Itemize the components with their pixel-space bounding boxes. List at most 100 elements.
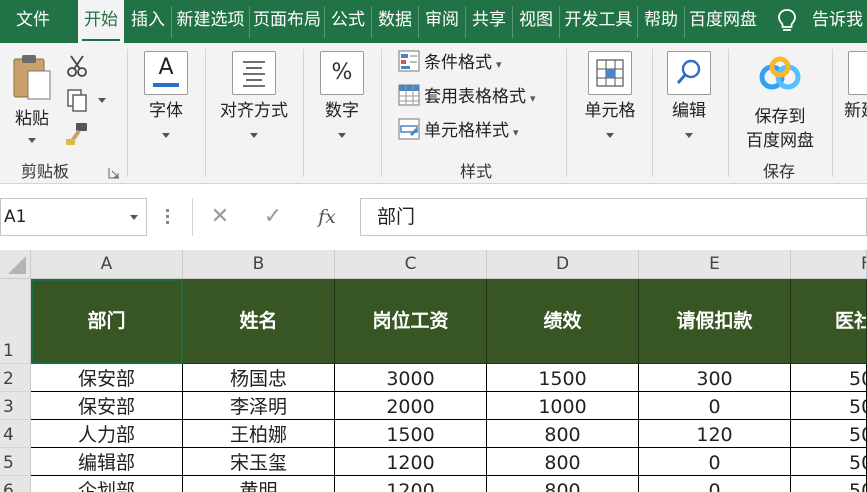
header-cell-name[interactable]: 姓名 [183,279,335,364]
editing-button[interactable]: 编辑 [658,49,720,149]
save-to-baidu-button[interactable]: 保存到 百度网盘 [736,49,824,153]
formula-bar: A1 ✕ ✓ fx 部门 [0,198,867,238]
column-header-a[interactable]: A [31,250,183,279]
table-cell[interactable]: 编辑部 [31,448,183,476]
header-cell-leave-deduction[interactable]: 请假扣款 [639,279,791,364]
tab-view[interactable]: 视图 [514,0,558,43]
tab-data[interactable]: 数据 [373,0,417,43]
insert-function-icon[interactable]: fx [310,198,344,236]
table-cell[interactable]: 李泽明 [183,392,335,420]
header-cell-base-salary[interactable]: 岗位工资 [335,279,487,364]
row-header-1[interactable]: 1 [0,279,31,364]
search-icon [667,51,711,95]
formula-input[interactable]: 部门 [360,198,867,236]
tab-share[interactable]: 共享 [467,0,511,43]
table-cell[interactable]: 1200 [335,476,487,492]
new-button[interactable]: 新建 [840,49,867,149]
format-painter-icon[interactable] [64,121,92,147]
cells-button[interactable]: 单元格 [574,49,646,149]
row-header-2[interactable]: 2 [0,364,31,392]
column-header-f[interactable]: F [791,250,867,279]
name-box[interactable]: A1 [0,198,147,236]
formula-bar-grip-icon[interactable] [166,209,170,225]
table-cell[interactable]: 50 [791,420,867,448]
table-cell[interactable]: 1500 [335,420,487,448]
ribbon: 粘贴 剪贴板 A 字体 对齐方式 % 数字 条件格式 ▾ 套用表格格式 ▾ 单元… [0,43,867,184]
baidu-netdisk-icon [759,56,801,90]
alignment-button[interactable]: 对齐方式 [212,49,296,149]
conditional-formatting-button[interactable]: 条件格式 ▾ [398,49,502,77]
table-cell[interactable]: 王柏娜 [183,420,335,448]
clipboard-launcher-icon[interactable] [108,164,120,179]
tab-formulas[interactable]: 公式 [326,0,370,43]
table-cell[interactable]: 2000 [335,392,487,420]
new-icon [848,51,867,95]
cells-icon [588,51,632,95]
spreadsheet-grid: A B C D E F 1 2 3 4 5 6 部门 姓名 岗位工资 绩效 请假… [0,250,867,492]
column-header-e[interactable]: E [639,250,791,279]
table-cell[interactable]: 50 [791,364,867,392]
number-button[interactable]: % 数字 [310,49,374,149]
tab-baidu-netdisk[interactable]: 百度网盘 [686,0,760,43]
save-to-label: 保存到 [754,107,806,127]
table-cell[interactable]: 300 [639,364,791,392]
table-cell[interactable]: 1000 [487,392,639,420]
table-cell[interactable]: 0 [639,448,791,476]
table-cell[interactable]: 50 [791,476,867,492]
name-box-dropdown-icon[interactable] [130,215,138,220]
row-header-4[interactable]: 4 [0,420,31,448]
table-cell[interactable]: 黄明 [183,476,335,492]
header-cell-department[interactable]: 部门 [31,279,183,364]
header-cell-performance[interactable]: 绩效 [487,279,639,364]
font-label: 字体 [149,101,183,121]
table-cell[interactable]: 保安部 [31,392,183,420]
lightbulb-icon[interactable] [772,0,802,43]
table-cell[interactable]: 人力部 [31,420,183,448]
table-cell[interactable]: 1500 [487,364,639,392]
table-cell[interactable]: 0 [639,392,791,420]
cell-styles-button[interactable]: 单元格样式 ▾ [398,117,519,145]
baidu-netdisk-label: 百度网盘 [746,131,814,151]
table-cell[interactable]: 800 [487,420,639,448]
table-cell[interactable]: 宋玉玺 [183,448,335,476]
font-icon: A [144,51,188,95]
column-header-b[interactable]: B [183,250,335,279]
cut-icon[interactable] [64,53,92,79]
row-header-5[interactable]: 5 [0,448,31,476]
save-group-label: 保存 [762,162,795,181]
tab-tell-me[interactable]: 告诉我 [812,0,867,43]
paste-button[interactable]: 粘贴 [6,51,58,147]
copy-icon[interactable] [64,87,108,113]
table-cell[interactable]: 保安部 [31,364,183,392]
tab-file[interactable]: 文件 [0,0,66,43]
tab-insert[interactable]: 插入 [126,0,170,43]
table-cell[interactable]: 800 [487,448,639,476]
align-icon [232,51,276,95]
font-button[interactable]: A 字体 [134,49,198,149]
table-cell[interactable]: 1200 [335,448,487,476]
table-cell[interactable]: 企划部 [31,476,183,492]
tab-review[interactable]: 审阅 [420,0,464,43]
table-cell[interactable]: 800 [487,476,639,492]
percent-icon: % [320,51,364,95]
select-all-corner[interactable] [0,250,31,279]
row-header-3[interactable]: 3 [0,392,31,420]
tab-home[interactable]: 开始 [78,0,124,43]
tab-help[interactable]: 帮助 [639,0,683,43]
tab-new-options[interactable]: 新建选项 [173,0,248,43]
cancel-icon[interactable]: ✕ [204,198,236,236]
column-header-d[interactable]: D [487,250,639,279]
table-cell[interactable]: 120 [639,420,791,448]
header-cell-medical-social[interactable]: 医社 [791,279,867,364]
table-cell[interactable]: 50 [791,392,867,420]
tab-page-layout[interactable]: 页面布局 [251,0,323,43]
row-header-6[interactable]: 6 [0,476,31,492]
table-cell[interactable]: 杨国忠 [183,364,335,392]
enter-icon[interactable]: ✓ [256,198,290,236]
format-as-table-button[interactable]: 套用表格格式 ▾ [398,83,536,111]
table-cell[interactable]: 0 [639,476,791,492]
table-cell[interactable]: 50 [791,448,867,476]
tab-developer[interactable]: 开发工具 [561,0,636,43]
table-cell[interactable]: 3000 [335,364,487,392]
column-header-c[interactable]: C [335,250,487,279]
